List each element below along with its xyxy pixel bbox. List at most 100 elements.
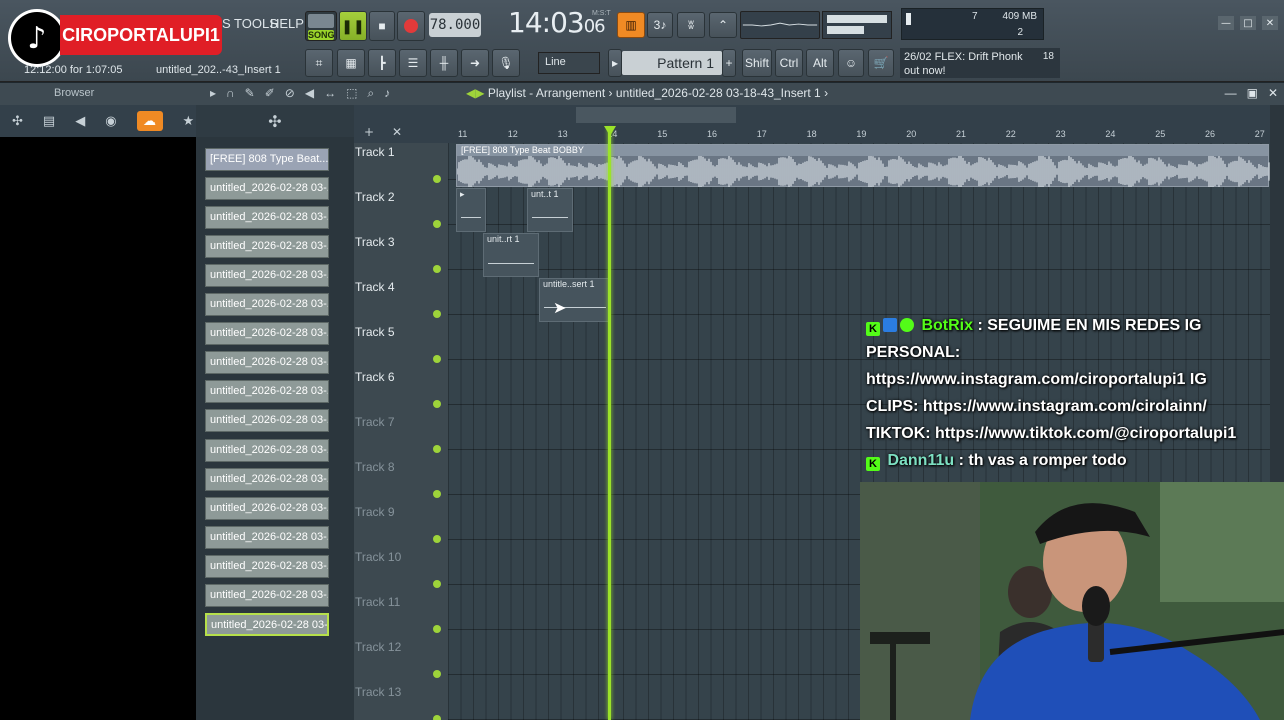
magnet-icon[interactable]: ∩ — [226, 86, 235, 101]
timeline-scrollbar[interactable] — [576, 107, 736, 123]
track-enable-led[interactable] — [433, 400, 441, 408]
track-enable-led[interactable] — [433, 220, 441, 228]
track-label[interactable]: Track 6 — [355, 370, 395, 384]
pattern-clip-a[interactable]: ▸ — [456, 188, 486, 232]
picker-toggle-icon[interactable]: ✣ — [268, 112, 281, 131]
track-label[interactable]: Track 9 — [355, 505, 395, 519]
zoom-icon[interactable]: ⌕ — [367, 86, 374, 101]
picker-clip[interactable]: untitled_2026-02-28 03-... — [205, 554, 329, 578]
record-button[interactable] — [397, 11, 425, 41]
picker-clip[interactable]: untitled_2026-02-28 03-... — [205, 496, 329, 520]
track-enable-led[interactable] — [433, 310, 441, 318]
pencil-icon[interactable]: ✎ — [245, 86, 255, 101]
track-enable-led[interactable] — [433, 625, 441, 633]
track-enable-led[interactable] — [433, 535, 441, 543]
star-icon[interactable]: ★ — [183, 114, 195, 129]
channel-rack-button[interactable]: ☰ — [399, 49, 427, 77]
playlist-minimize-icon[interactable]: — — [1225, 86, 1237, 100]
picker-clip[interactable]: untitled_2026-02-28 03-... — [205, 293, 329, 317]
playhead-marker[interactable] — [604, 126, 616, 136]
track-label[interactable]: Track 4 — [355, 280, 395, 294]
playlist-maximize-icon[interactable]: ▣ — [1247, 86, 1258, 100]
snap-select[interactable]: Line — [538, 52, 600, 74]
track-label[interactable]: Track 5 — [355, 325, 395, 339]
track-enable-led[interactable] — [433, 355, 441, 363]
piano-roll-button[interactable]: ┣ — [368, 49, 396, 77]
shift-button[interactable]: Shift — [742, 49, 772, 77]
mute-icon[interactable]: ◀ — [305, 86, 314, 101]
picker-clip[interactable]: untitled_2026-02-28 03-... — [205, 322, 329, 346]
mic-button[interactable]: 🎙 — [492, 49, 520, 77]
track-enable-led[interactable] — [433, 670, 441, 678]
picker-clip[interactable]: untitled_2026-02-28 03-... — [205, 264, 329, 288]
audio-clip[interactable]: [FREE] 808 Type Beat BOBBY — [456, 144, 1270, 187]
pattern-prev-button[interactable]: ▸ — [608, 49, 622, 77]
track-label[interactable]: Track 8 — [355, 460, 395, 474]
track-label[interactable]: Track 13 — [355, 685, 401, 699]
pattern-clip-d[interactable]: untitle..sert 1 — [539, 278, 611, 322]
help-button[interactable]: ☺ — [838, 49, 864, 77]
picker-clip[interactable]: untitled_2026-02-28 03-... — [205, 467, 329, 491]
speaker-icon[interactable]: ◀ — [75, 114, 85, 129]
track-enable-led[interactable] — [433, 175, 441, 183]
picker-clip[interactable]: untitled_2026-02-28 03-... — [205, 525, 329, 549]
playlist-button[interactable]: ▦ — [337, 49, 365, 77]
picker-clip[interactable]: untitled_2026-02-28 03-... — [205, 438, 329, 462]
ctrl-button[interactable]: Ctrl — [775, 49, 803, 77]
globe-icon[interactable]: ◉ — [105, 114, 116, 129]
close-icon[interactable]: ✕ — [1262, 16, 1278, 30]
brush-icon[interactable]: ✐ — [265, 86, 275, 101]
news-panel[interactable]: 26/02 FLEX: Drift Phonk out now! 18 — [900, 48, 1060, 78]
picker-clip[interactable]: untitled_2026-02-28 03-... — [205, 177, 329, 201]
playback-icon[interactable]: ♪ — [384, 86, 390, 101]
stop-button[interactable]: ■ — [369, 11, 395, 41]
track-label[interactable]: Track 3 — [355, 235, 395, 249]
track-enable-led[interactable] — [433, 490, 441, 498]
song-mode-toggle[interactable]: SONG — [305, 11, 337, 41]
play-pause-button[interactable]: ❚❚ — [339, 11, 367, 41]
picker-clip[interactable]: untitled_2026-02-28 03-... — [205, 235, 329, 259]
track-enable-led[interactable] — [433, 265, 441, 273]
track-enable-led[interactable] — [433, 580, 441, 588]
select-icon[interactable]: ⬚ — [346, 86, 357, 101]
minimize-icon[interactable]: — — [1218, 16, 1234, 30]
countdown-button[interactable]: 3♪ — [647, 12, 673, 38]
picker-clip[interactable]: [FREE] 808 Type Beat... — [205, 148, 329, 171]
metronome-button[interactable]: ⌃ — [709, 12, 737, 38]
remove-track-icon[interactable]: ✕ — [392, 125, 402, 139]
maximize-icon[interactable]: □ — [1240, 16, 1256, 30]
picker-clip[interactable]: untitled_2026-02-28 03-... — [205, 351, 329, 375]
picker-clip[interactable]: untitled_2026-02-28 03-... — [205, 409, 329, 433]
step-edit-button[interactable]: ʬ — [677, 12, 705, 38]
playlist-close-icon[interactable]: ✕ — [1268, 86, 1278, 100]
menu-help[interactable]: HELP — [270, 16, 304, 31]
shop-button[interactable]: 🛒 — [868, 49, 894, 77]
delete-icon[interactable]: ⊘ — [285, 86, 295, 101]
track-enable-led[interactable] — [433, 715, 441, 720]
mixer-button[interactable]: ╫ — [430, 49, 458, 77]
playhead[interactable] — [608, 128, 611, 720]
pattern-clip-c[interactable]: unit..rt 1 — [483, 233, 539, 277]
alt-button[interactable]: Alt — [806, 49, 834, 77]
track-label[interactable]: Track 7 — [355, 415, 395, 429]
track-label[interactable]: Track 11 — [355, 595, 400, 609]
picker-clip[interactable]: untitled_2026-02-28 03-... — [205, 612, 329, 636]
next-button[interactable]: ➜ — [461, 49, 489, 77]
add-track-icon[interactable]: + — [364, 125, 374, 139]
tempo-display[interactable]: 78.000 — [429, 13, 481, 37]
cloud-icon[interactable]: ☁ — [136, 111, 163, 131]
playlist-menu-icon[interactable]: ▸ — [210, 86, 216, 101]
typing-keyboard-button[interactable]: ▥ — [617, 12, 645, 38]
track-enable-led[interactable] — [433, 445, 441, 453]
snap-icon-button[interactable]: ⌗ — [305, 49, 333, 77]
arrows-icon[interactable]: ✣ — [12, 114, 23, 129]
pattern-clip-b[interactable]: unt..t 1 — [527, 188, 573, 232]
slip-icon[interactable]: ↔ — [324, 86, 336, 101]
time-display[interactable]: 14:0306 — [508, 6, 606, 39]
picker-clip[interactable]: untitled_2026-02-28 03-... — [205, 583, 329, 607]
track-label[interactable]: Track 10 — [355, 550, 401, 564]
track-label[interactable]: Track 1 — [355, 145, 395, 159]
picker-clip[interactable]: untitled_2026-02-28 03-... — [205, 380, 329, 404]
track-label[interactable]: Track 2 — [355, 190, 395, 204]
timeline-ruler[interactable]: 11 12 13 14 15 16 17 18 19 20 21 22 23 24 25 26 27 — [448, 105, 1270, 143]
